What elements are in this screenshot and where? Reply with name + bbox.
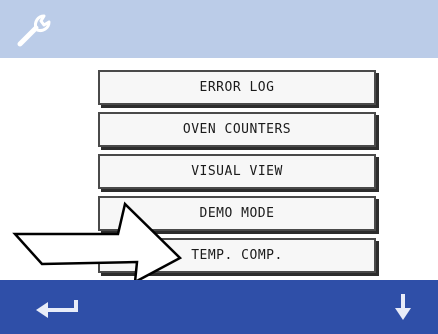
back-arrow-icon[interactable] [32,296,80,320]
wrench-icon[interactable] [14,10,54,50]
oven-counters-button[interactable]: OVEN COUNTERS [98,112,376,147]
error-log-button[interactable]: ERROR LOG [98,70,376,105]
header-bar [0,0,438,58]
footer-bar [0,280,438,334]
down-arrow-icon[interactable] [392,292,414,322]
pointer-arrow-icon [12,201,183,285]
visual-view-button[interactable]: VISUAL VIEW [98,154,376,189]
